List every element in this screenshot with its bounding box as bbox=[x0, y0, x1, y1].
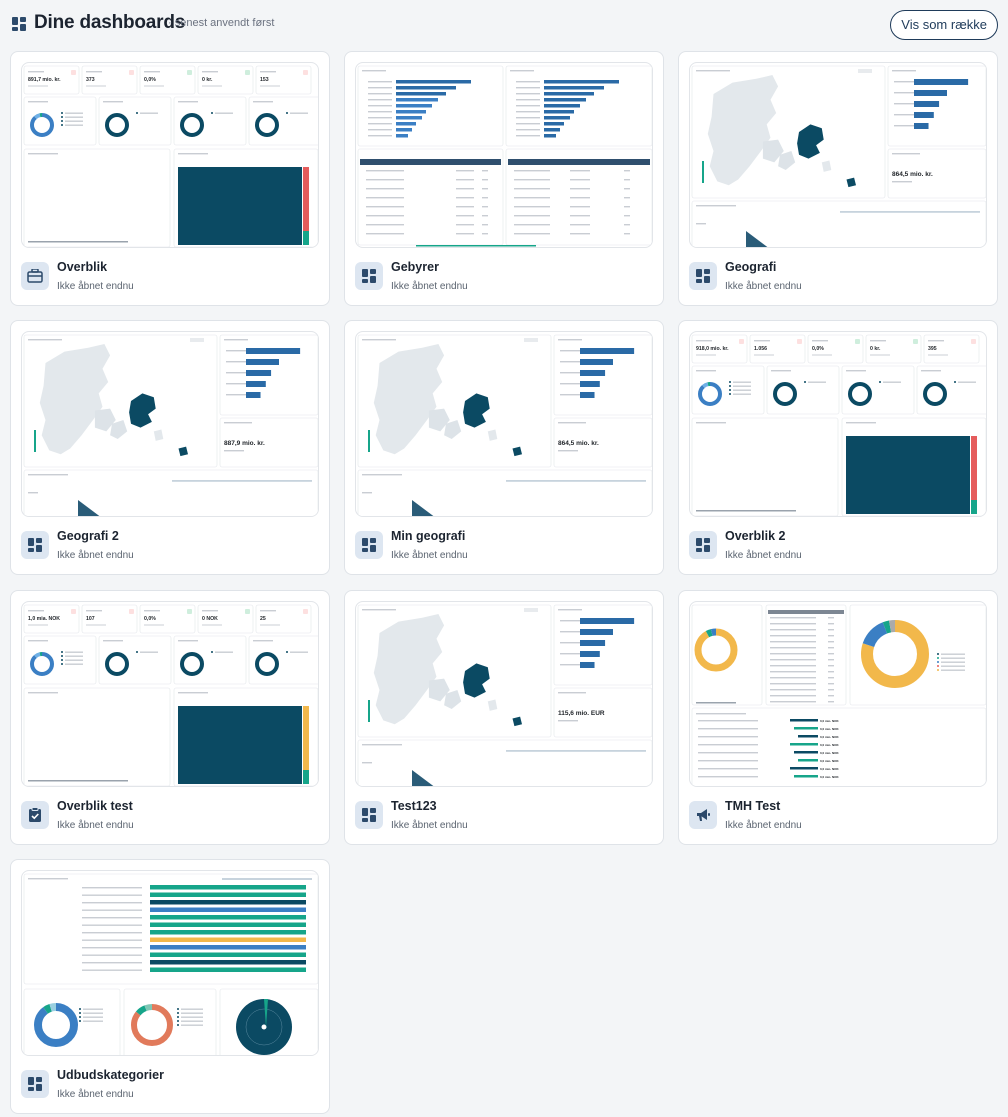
dashboard-icon bbox=[355, 801, 383, 829]
svg-text:0,0 mio. NOK: 0,0 mio. NOK bbox=[820, 735, 840, 739]
svg-text:0,0 mio. NOK: 0,0 mio. NOK bbox=[820, 767, 840, 771]
svg-text:115,6 mio. EUR: 115,6 mio. EUR bbox=[558, 710, 605, 717]
svg-text:0,0%: 0,0% bbox=[812, 346, 824, 352]
dashboard-icon bbox=[21, 531, 49, 559]
dashboard-title: TMH Test bbox=[725, 799, 781, 813]
show-as-row-button[interactable]: Vis som række bbox=[890, 10, 998, 40]
dashboard-status: Ikke åbnet endnu bbox=[57, 820, 134, 831]
dashboard-preview: 918,0 mio. kr. 1.056 0,0% 0 kr. 395 bbox=[689, 331, 987, 517]
dashboard-preview bbox=[355, 62, 653, 248]
dashboard-icon bbox=[689, 531, 717, 559]
dashboard-status: Ikke åbnet endnu bbox=[57, 550, 134, 561]
svg-text:891,7 mio. kr.: 891,7 mio. kr. bbox=[28, 77, 61, 83]
dashboard-grid-icon bbox=[12, 17, 26, 31]
svg-text:0 kr.: 0 kr. bbox=[870, 346, 881, 352]
dashboard-title: Geografi bbox=[725, 260, 777, 274]
svg-text:0,0 mio. NOK: 0,0 mio. NOK bbox=[820, 719, 840, 723]
svg-text:864,5 mio. kr.: 864,5 mio. kr. bbox=[892, 171, 933, 178]
dashboard-icon bbox=[689, 262, 717, 290]
dashboard-preview: 864,5 mio. kr. bbox=[355, 331, 653, 517]
svg-text:25: 25 bbox=[260, 616, 266, 622]
dashboard-title: Overblik 2 bbox=[725, 529, 786, 543]
dashboard-status: Ikke åbnet endnu bbox=[57, 1089, 134, 1100]
dashboard-preview: 0,0 mio. NOK 0,0 mio. NOK 0,0 mio. NOK 0,0 … bbox=[689, 601, 987, 787]
dashboard-card[interactable]: Gebyrer Ikke åbnet endnu bbox=[344, 51, 664, 306]
dashboard-status: Ikke åbnet endnu bbox=[391, 820, 468, 831]
svg-text:373: 373 bbox=[86, 77, 95, 83]
megaphone-icon bbox=[689, 801, 717, 829]
dashboard-card[interactable]: 864,5 mio. kr. Min geografi Ikke åbnet end… bbox=[344, 320, 664, 575]
dashboard-title: Udbudskategorier bbox=[57, 1068, 164, 1082]
svg-text:0,0 mio. NOK: 0,0 mio. NOK bbox=[820, 751, 840, 755]
svg-text:864,5 mio. kr.: 864,5 mio. kr. bbox=[558, 440, 599, 447]
svg-text:0,0 mio. NOK: 0,0 mio. NOK bbox=[820, 743, 840, 747]
svg-text:107: 107 bbox=[86, 616, 95, 622]
page-title: Dine dashboards bbox=[34, 12, 186, 33]
dashboard-card[interactable]: 115,6 mio. EUR Test123 Ikke åbnet endnu bbox=[344, 590, 664, 845]
dashboard-icon bbox=[355, 531, 383, 559]
svg-text:0,0%: 0,0% bbox=[144, 77, 156, 83]
dashboard-card[interactable]: 891,7 mio. kr. 373 0,0% 0 kr. 153 Overblik Ikk… bbox=[10, 51, 330, 306]
dashboard-card[interactable]: Udbudskategorier Ikke åbnet endnu bbox=[10, 859, 330, 1114]
dashboard-preview bbox=[21, 870, 319, 1056]
svg-text:1,0 mia. NOK: 1,0 mia. NOK bbox=[28, 616, 60, 622]
dashboard-title: Geografi 2 bbox=[57, 529, 119, 543]
dashboard-card[interactable]: 864,5 mio. kr. Geografi Ikke åbnet endnu bbox=[678, 51, 998, 306]
dashboard-preview: 1,0 mia. NOK 107 0,0% 0 NOK 25 bbox=[21, 601, 319, 787]
dashboard-preview: 891,7 mio. kr. 373 0,0% 0 kr. 153 bbox=[21, 62, 319, 248]
dashboard-status: Ikke åbnet endnu bbox=[391, 550, 468, 561]
toolbox-icon bbox=[21, 262, 49, 290]
svg-text:0,0 mio. NOK: 0,0 mio. NOK bbox=[820, 727, 840, 731]
dashboard-icon bbox=[21, 1070, 49, 1098]
svg-text:918,0 mio. kr.: 918,0 mio. kr. bbox=[696, 346, 729, 352]
dashboard-status: Ikke åbnet endnu bbox=[725, 820, 802, 831]
dashboard-card[interactable]: 918,0 mio. kr. 1.056 0,0% 0 kr. 395 Overblik … bbox=[678, 320, 998, 575]
page-header: Dine dashboards · senest anvendt først V… bbox=[0, 0, 1008, 50]
dashboard-preview: 887,9 mio. kr. bbox=[21, 331, 319, 517]
dashboard-status: Ikke åbnet endnu bbox=[725, 550, 802, 561]
dashboard-preview: 115,6 mio. EUR bbox=[355, 601, 653, 787]
dashboard-card[interactable]: 1,0 mia. NOK 107 0,0% 0 NOK 25 Overblik test I… bbox=[10, 590, 330, 845]
dashboard-status: Ikke åbnet endnu bbox=[725, 281, 802, 292]
dashboard-card[interactable]: 0,0 mio. NOK 0,0 mio. NOK 0,0 mio. NOK 0,0 … bbox=[678, 590, 998, 845]
svg-text:887,9 mio. kr.: 887,9 mio. kr. bbox=[224, 440, 265, 447]
svg-text:153: 153 bbox=[260, 77, 269, 83]
dashboard-title: Min geografi bbox=[391, 529, 466, 543]
dashboard-title: Overblik test bbox=[57, 799, 133, 813]
dashboard-status: Ikke åbnet endnu bbox=[391, 281, 468, 292]
dashboard-status: Ikke åbnet endnu bbox=[57, 281, 134, 292]
dashboard-title: Gebyrer bbox=[391, 260, 439, 274]
svg-text:395: 395 bbox=[928, 346, 937, 352]
dashboard-icon bbox=[355, 262, 383, 290]
dashboard-title: Overblik bbox=[57, 260, 108, 274]
dashboard-card[interactable]: 887,9 mio. kr. Geografi 2 Ikke åbnet endnu bbox=[10, 320, 330, 575]
svg-text:0,0 mio. NOK: 0,0 mio. NOK bbox=[820, 775, 840, 779]
svg-text:0,0 mio. NOK: 0,0 mio. NOK bbox=[820, 759, 840, 763]
clipboard-check-icon bbox=[21, 801, 49, 829]
dashboard-title: Test123 bbox=[391, 799, 437, 813]
svg-text:0 NOK: 0 NOK bbox=[202, 616, 218, 622]
svg-text:0,0%: 0,0% bbox=[144, 616, 156, 622]
svg-text:0 kr.: 0 kr. bbox=[202, 77, 213, 83]
dashboard-preview: 864,5 mio. kr. bbox=[689, 62, 987, 248]
svg-text:1.056: 1.056 bbox=[754, 346, 767, 352]
page-subtitle: · senest anvendt først bbox=[168, 17, 275, 29]
